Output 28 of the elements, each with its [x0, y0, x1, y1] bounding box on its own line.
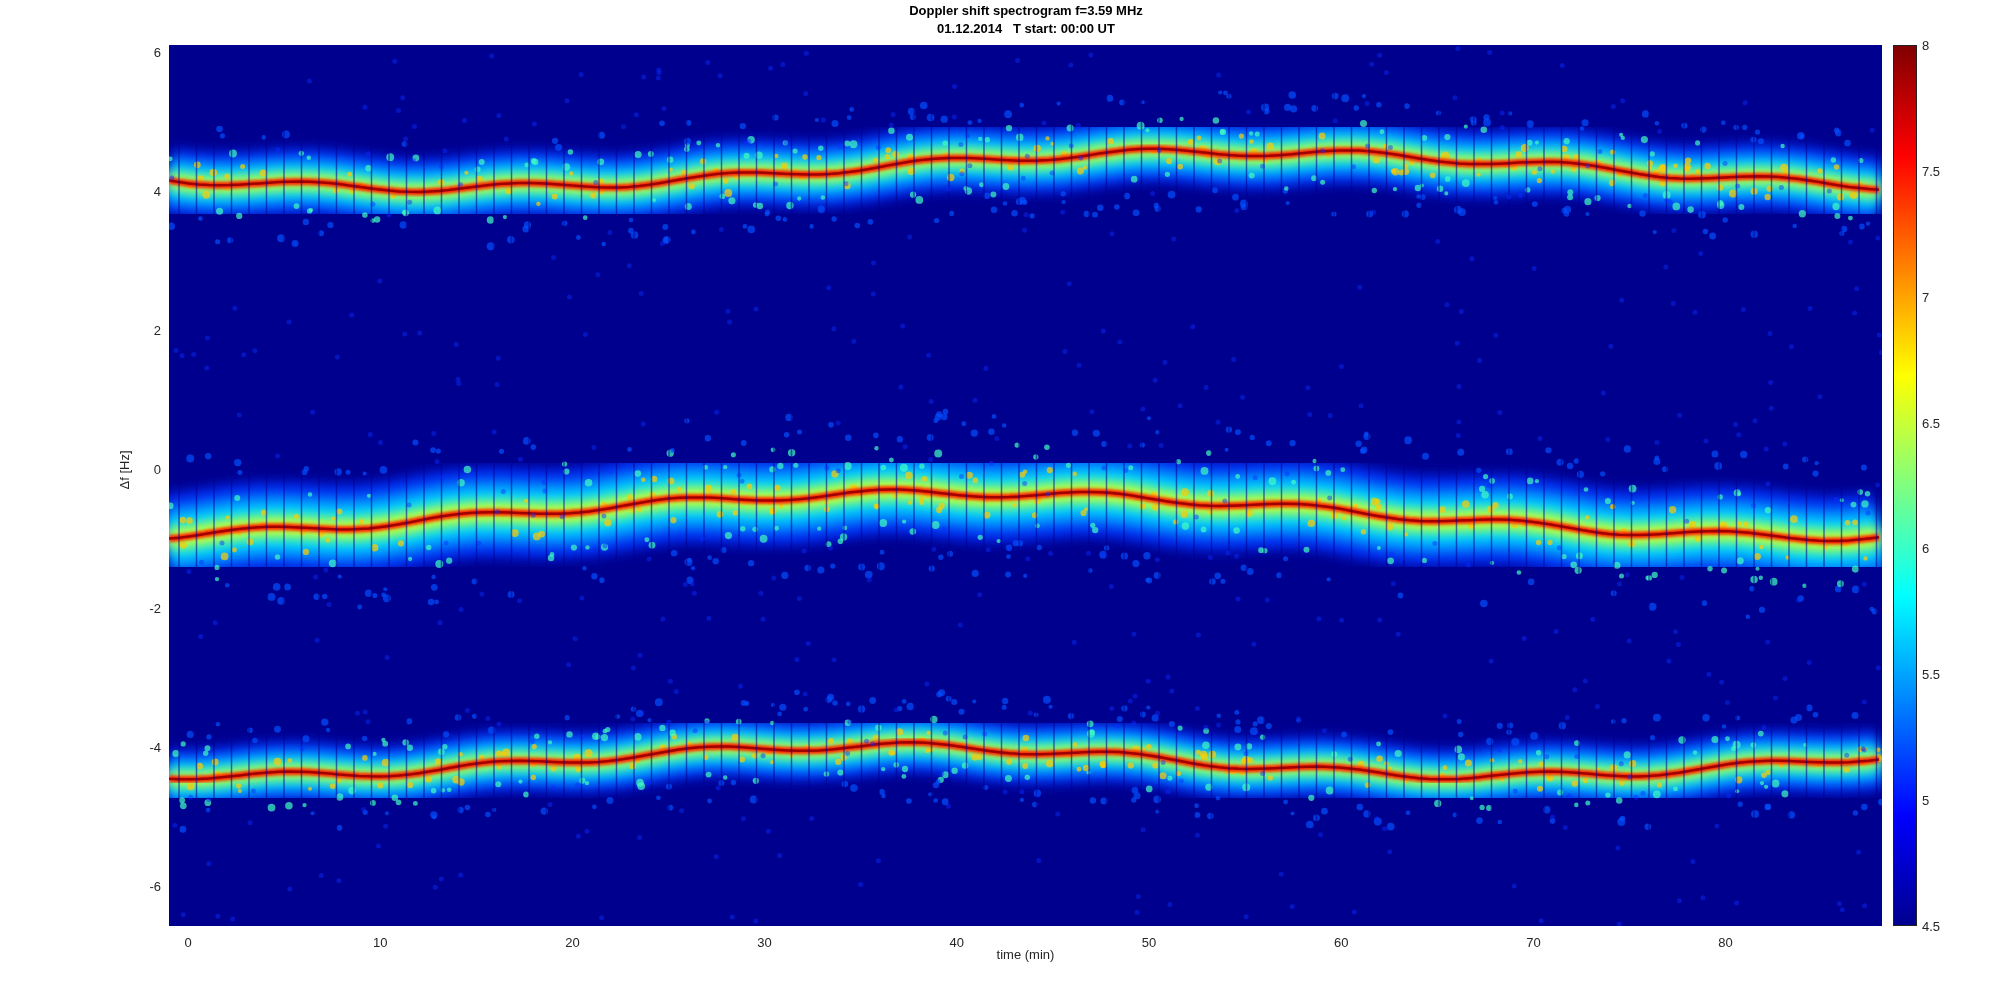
chart-title: 01.12.2014 T start: 00:00 UT	[937, 20, 1115, 38]
colorbar-tick-label: 5	[1922, 793, 1930, 809]
y-tick-label: -6	[149, 879, 161, 894]
colorbar-tick-label: 4.5	[1922, 919, 1941, 934]
x-tick-label: 30	[757, 935, 772, 950]
colorbar-tick-label: 7.5	[1922, 163, 1941, 179]
y-tick-label: -2	[149, 601, 161, 616]
y-tick-label: 0	[153, 462, 161, 477]
x-tick-label: 40	[949, 935, 965, 950]
y-tick-label: 6	[153, 45, 161, 60]
x-tick-label: 0	[184, 935, 192, 950]
y-axis-label: Δf [Hz]	[116, 450, 134, 490]
x-axis-label: time (min)	[996, 946, 1055, 964]
colorbar-tick-label: 5.5	[1922, 667, 1941, 683]
chart-title: Doppler shift spectrogram f=3.59 MHz	[909, 2, 1143, 20]
x-tick-label: 80	[1718, 935, 1733, 950]
x-tick-label: 60	[1333, 935, 1349, 950]
y-tick-label: 4	[153, 184, 161, 199]
colorbar-tick-label: 6.5	[1922, 415, 1941, 431]
colorbar-tick-label: 8	[1922, 38, 1930, 53]
x-tick-label: 50	[1141, 935, 1157, 950]
x-tick-label: 70	[1526, 935, 1541, 950]
y-tick-label: 2	[153, 323, 161, 338]
colorbar-tick-label: 7	[1922, 289, 1930, 305]
x-tick-label: 10	[372, 935, 388, 950]
x-tick-label: 20	[565, 935, 580, 950]
y-tick-label: -4	[149, 740, 161, 755]
colorbar-tick-label: 6	[1922, 541, 1930, 557]
